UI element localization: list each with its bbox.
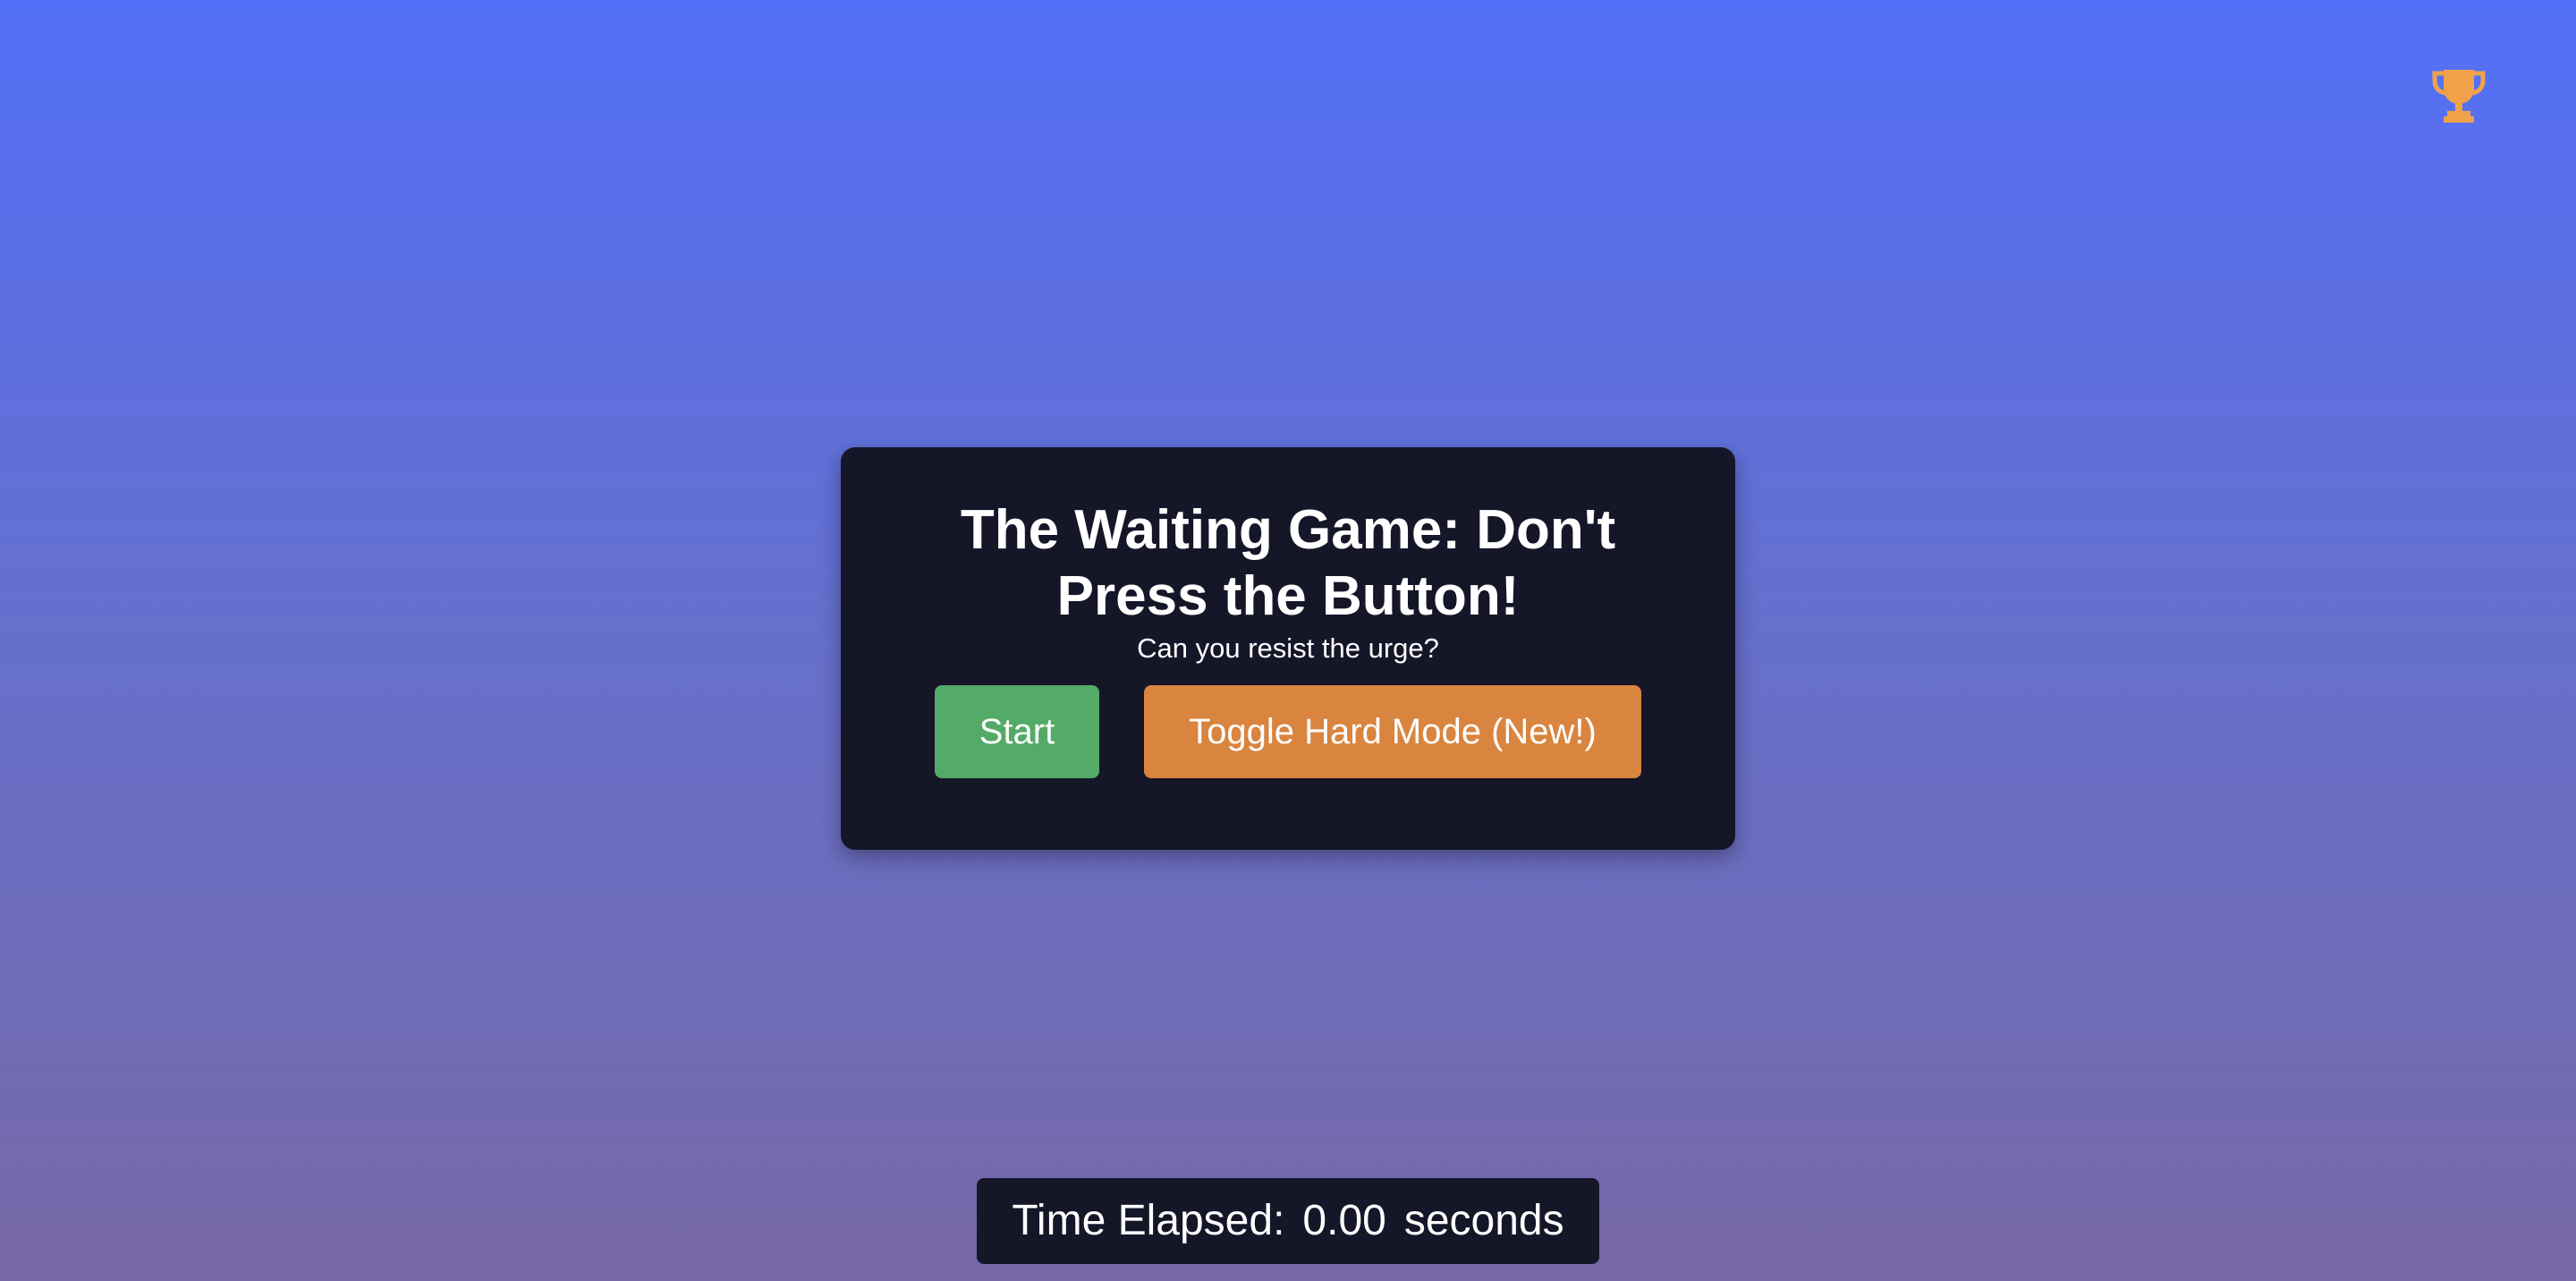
time-elapsed-unit: seconds [1403, 1197, 1564, 1244]
game-card: The Waiting Game: Don't Press the Button… [841, 447, 1735, 850]
time-elapsed-display: Time Elapsed: 0.00 seconds [977, 1178, 1599, 1264]
trophy-icon[interactable] [2429, 66, 2488, 125]
game-title: The Waiting Game: Don't Press the Button… [841, 497, 1735, 630]
game-subtitle: Can you resist the urge? [1137, 632, 1439, 664]
time-elapsed-value: 0.00 [1302, 1197, 1386, 1244]
start-button[interactable]: Start [935, 685, 1099, 778]
toggle-hard-mode-button[interactable]: Toggle Hard Mode (New!) [1144, 685, 1641, 778]
time-elapsed-label: Time Elapsed: [1012, 1197, 1285, 1244]
game-title-line-2: Press the Button! [1056, 565, 1520, 627]
game-title-line-1: The Waiting Game: Don't [960, 499, 1616, 561]
